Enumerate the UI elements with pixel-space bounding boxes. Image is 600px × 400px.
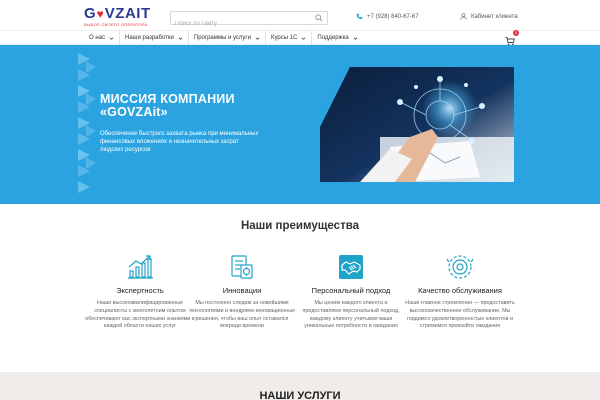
nav-item-courses[interactable]: Курсы 1С bbox=[266, 31, 313, 45]
hero-subtitle: Обеспечение быстрого захвата рынка при м… bbox=[100, 131, 259, 153]
advantage-text: Наши высококвалифицированные специалисты… bbox=[85, 300, 195, 330]
search-icon[interactable] bbox=[315, 14, 323, 22]
nav-item-programs[interactable]: Программы и услуги bbox=[189, 31, 266, 45]
cabinet-link[interactable]: Кабинет клиента bbox=[460, 13, 518, 20]
search-input[interactable] bbox=[171, 18, 311, 30]
innovation-docs-icon bbox=[231, 255, 253, 279]
user-icon bbox=[460, 13, 467, 20]
nav-item-developments[interactable]: Наши разработки bbox=[120, 31, 189, 45]
chevron-down-icon bbox=[109, 36, 114, 40]
logo-text: G bbox=[84, 5, 97, 22]
advantage-card-expertise: Экспертность Наши высококвалифицированны… bbox=[85, 253, 195, 331]
chevron-down-icon bbox=[301, 36, 306, 40]
nav-item-label: Наши разработки bbox=[124, 35, 174, 41]
chevron-down-icon bbox=[255, 36, 260, 40]
nav-item-support[interactable]: Поддержка bbox=[312, 31, 362, 45]
heart-icon: ♥ bbox=[96, 7, 105, 21]
quality-gear-icon bbox=[446, 255, 474, 279]
main-nav: О нас Наши разработки Программы и услуги… bbox=[0, 30, 600, 46]
advantage-card-innovation: Инновации Мы постоянно следим за новейши… bbox=[187, 253, 297, 331]
decorative-triangles bbox=[78, 53, 96, 193]
phone-number: +7 (928) 840-67-67 bbox=[367, 13, 419, 20]
chevron-down-icon bbox=[178, 36, 183, 40]
logo-tagline: ВЫБОР СВОЕГО ОПЕРАТОРА bbox=[84, 22, 148, 27]
advantages-title: Наши преимущества bbox=[240, 220, 360, 232]
chart-growth-icon bbox=[128, 255, 153, 279]
nav-item-about[interactable]: О нас bbox=[84, 31, 120, 45]
cabinet-label: Кабинет клиента bbox=[471, 13, 518, 20]
advantage-text: Наше главное стремление — предоставить в… bbox=[405, 300, 515, 330]
hero-business-image bbox=[320, 67, 514, 182]
nav-item-label: О нас bbox=[89, 35, 105, 41]
hero-title: МИССИЯ КОМПАНИИ «GOVZAit» bbox=[100, 92, 235, 119]
advantage-text: Мы постоянно следим за новейшими техноло… bbox=[188, 300, 296, 330]
advantage-name: Экспертность bbox=[116, 286, 164, 295]
nav-item-label: Курсы 1С bbox=[270, 35, 298, 41]
cart-count-badge: 0 bbox=[513, 30, 519, 36]
logo[interactable]: G ♥ VZAIT ВЫБОР СВОЕГО ОПЕРАТОРА bbox=[84, 5, 164, 27]
nav-item-label: Поддержка bbox=[317, 35, 349, 41]
advantage-name: Персональный подход bbox=[311, 286, 391, 295]
advantage-card-quality: Качество обслуживания Наше главное стрем… bbox=[405, 253, 515, 331]
advantage-name: Инновации bbox=[222, 286, 262, 295]
services-section: НАШИ УСЛУГИ bbox=[0, 372, 600, 400]
top-header: G♥VZAIT ВЫБОР СВОЕГО ОПЕРАТОРА +7 (928) … bbox=[0, 0, 600, 30]
services-title: НАШИ УСЛУГИ bbox=[259, 390, 341, 400]
phone-icon bbox=[356, 13, 363, 20]
advantage-name: Качество обслуживания bbox=[418, 286, 502, 295]
cart-button[interactable]: 0 bbox=[505, 30, 519, 46]
hero-banner: МИССИЯ КОМПАНИИ «GOVZAit» Обеспечение бы… bbox=[0, 45, 600, 204]
chevron-down-icon bbox=[353, 36, 358, 40]
advantage-text: Мы ценим каждого клиента и предоставляем… bbox=[302, 300, 400, 330]
phone-link[interactable]: +7 (928) 840-67-67 bbox=[356, 13, 419, 20]
advantage-card-personal: Персональный подход Мы ценим каждого кли… bbox=[296, 253, 406, 331]
search-box bbox=[170, 11, 328, 30]
handshake-icon bbox=[339, 255, 363, 279]
nav-item-label: Программы и услуги bbox=[193, 35, 251, 41]
logo-text: VZAIT bbox=[104, 5, 151, 22]
